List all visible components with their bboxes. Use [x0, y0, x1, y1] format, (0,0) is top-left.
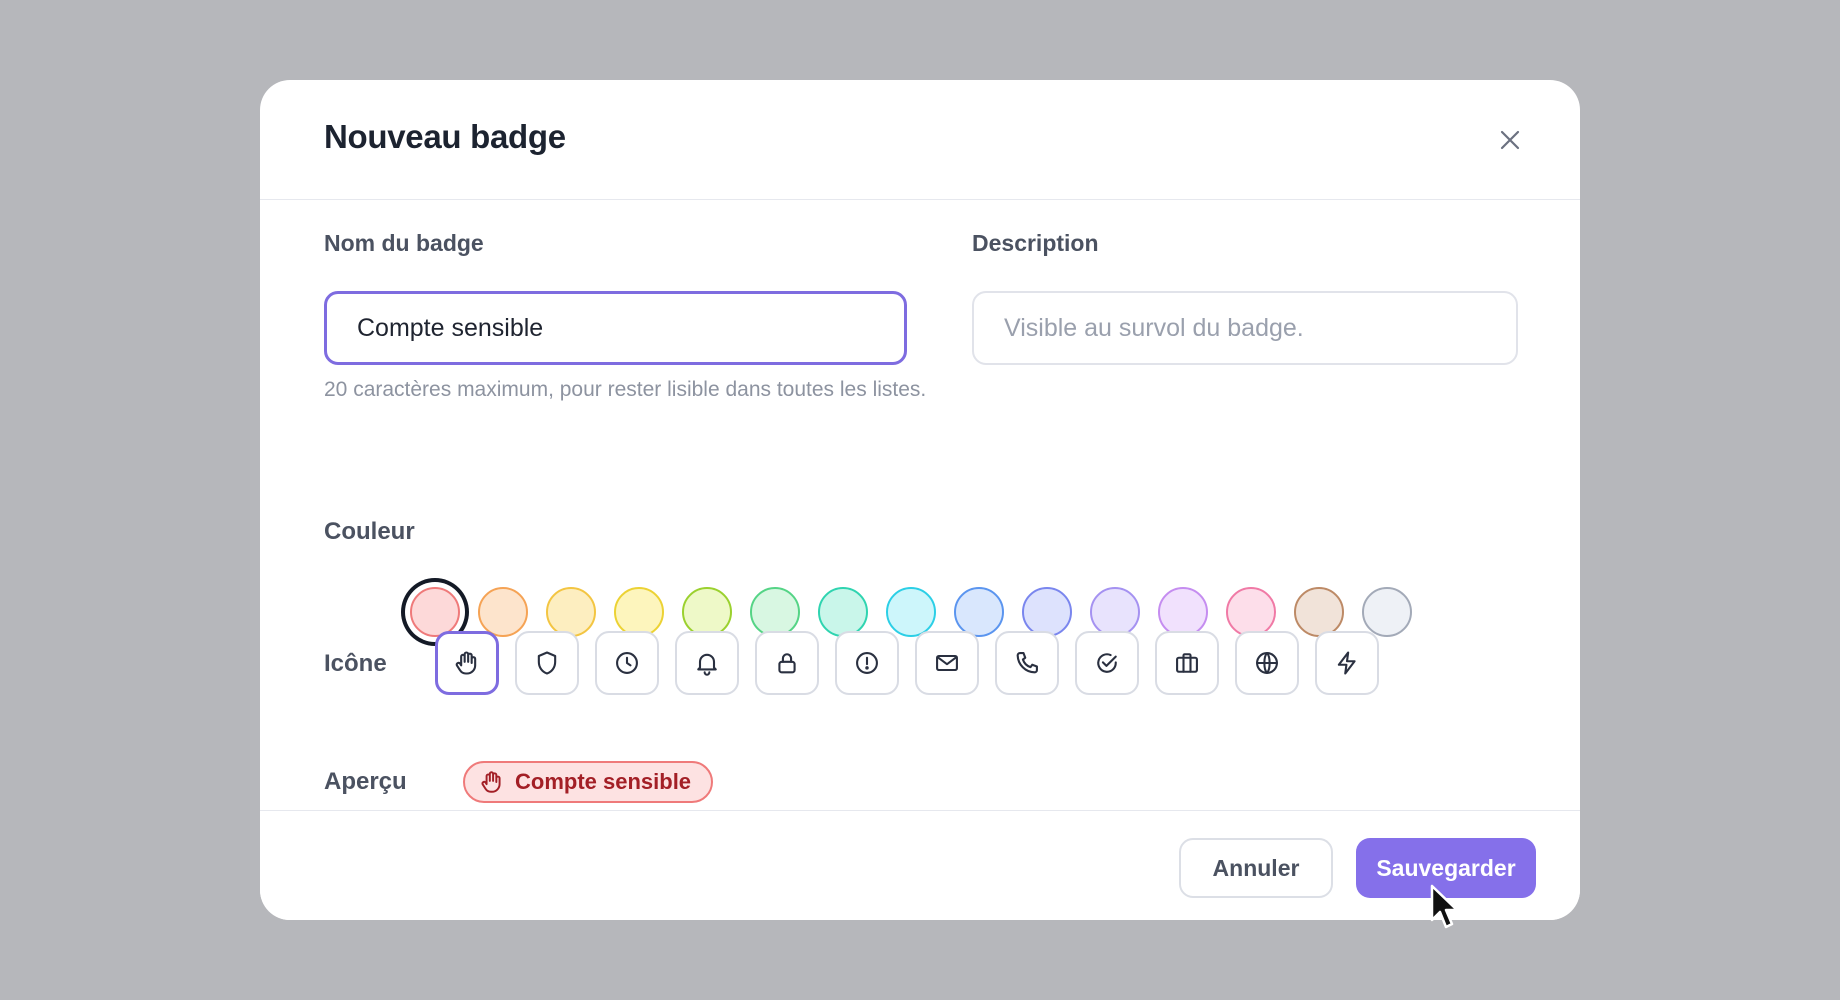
color-swatch[interactable]	[1226, 587, 1276, 637]
cancel-button[interactable]: Annuler	[1179, 838, 1333, 898]
color-swatch[interactable]	[1158, 587, 1208, 637]
hand-icon	[479, 769, 505, 795]
badge-name-value: Compte sensible	[357, 313, 544, 342]
color-swatch[interactable]	[1090, 587, 1140, 637]
mail-icon	[933, 649, 961, 677]
preview-label: Aperçu	[324, 768, 407, 795]
close-icon	[1500, 130, 1520, 150]
badge-name-label: Nom du badge	[324, 230, 484, 256]
icon-option-check-circle[interactable]	[1075, 631, 1139, 695]
icon-option-mail[interactable]	[915, 631, 979, 695]
color-swatch[interactable]	[886, 587, 936, 637]
color-swatch[interactable]	[546, 587, 596, 637]
icon-option-lightning[interactable]	[1315, 631, 1379, 695]
mouse-cursor-icon	[1430, 884, 1459, 929]
color-label: Couleur	[324, 518, 415, 545]
color-swatch[interactable]	[750, 587, 800, 637]
shield-icon	[533, 649, 561, 677]
globe-icon	[1253, 649, 1281, 677]
bell-icon	[693, 649, 721, 677]
icon-option-shield[interactable]	[515, 631, 579, 695]
icon-option-alert-circle[interactable]	[835, 631, 899, 695]
lock-icon	[773, 649, 801, 677]
description-placeholder: Visible au survol du badge.	[1004, 313, 1304, 342]
dialog-header: Nouveau badge	[260, 80, 1580, 200]
icon-label: Icône	[324, 650, 387, 677]
icon-option-briefcase[interactable]	[1155, 631, 1219, 695]
clock-icon	[613, 649, 641, 677]
icon-option-globe[interactable]	[1235, 631, 1299, 695]
hand-icon	[453, 649, 481, 677]
icon-option-bell[interactable]	[675, 631, 739, 695]
lightning-icon	[1333, 649, 1361, 677]
preview-badge: Compte sensible	[463, 761, 714, 803]
icon-option-clock[interactable]	[595, 631, 659, 695]
dialog-footer: Annuler Sauvegarder	[260, 810, 1580, 920]
dialog-title: Nouveau badge	[324, 118, 566, 155]
badge-name-hint: 20 caractères maximum, pour rester lisib…	[324, 378, 927, 401]
badge-name-input[interactable]: Compte sensible	[324, 291, 907, 365]
color-swatch[interactable]	[818, 587, 868, 637]
icon-option-hand[interactable]	[435, 631, 499, 695]
color-swatch[interactable]	[614, 587, 664, 637]
color-swatch[interactable]	[682, 587, 732, 637]
description-input[interactable]: Visible au survol du badge.	[972, 291, 1518, 365]
close-button[interactable]	[1494, 124, 1526, 156]
new-badge-dialog: Nouveau badge Nom du badge Compte sensib…	[260, 80, 1580, 920]
color-swatch[interactable]	[1294, 587, 1344, 637]
color-swatch[interactable]	[478, 587, 528, 637]
color-swatch[interactable]	[1022, 587, 1072, 637]
phone-icon	[1013, 649, 1041, 677]
briefcase-icon	[1173, 649, 1201, 677]
description-label: Description	[972, 230, 1099, 256]
color-swatch[interactable]	[410, 587, 460, 637]
color-swatch[interactable]	[1362, 587, 1412, 637]
preview-badge-text: Compte sensible	[515, 769, 692, 794]
color-swatch[interactable]	[954, 587, 1004, 637]
icon-option-lock[interactable]	[755, 631, 819, 695]
icon-option-phone[interactable]	[995, 631, 1059, 695]
alert-circle-icon	[853, 649, 881, 677]
check-circle-icon	[1093, 649, 1121, 677]
